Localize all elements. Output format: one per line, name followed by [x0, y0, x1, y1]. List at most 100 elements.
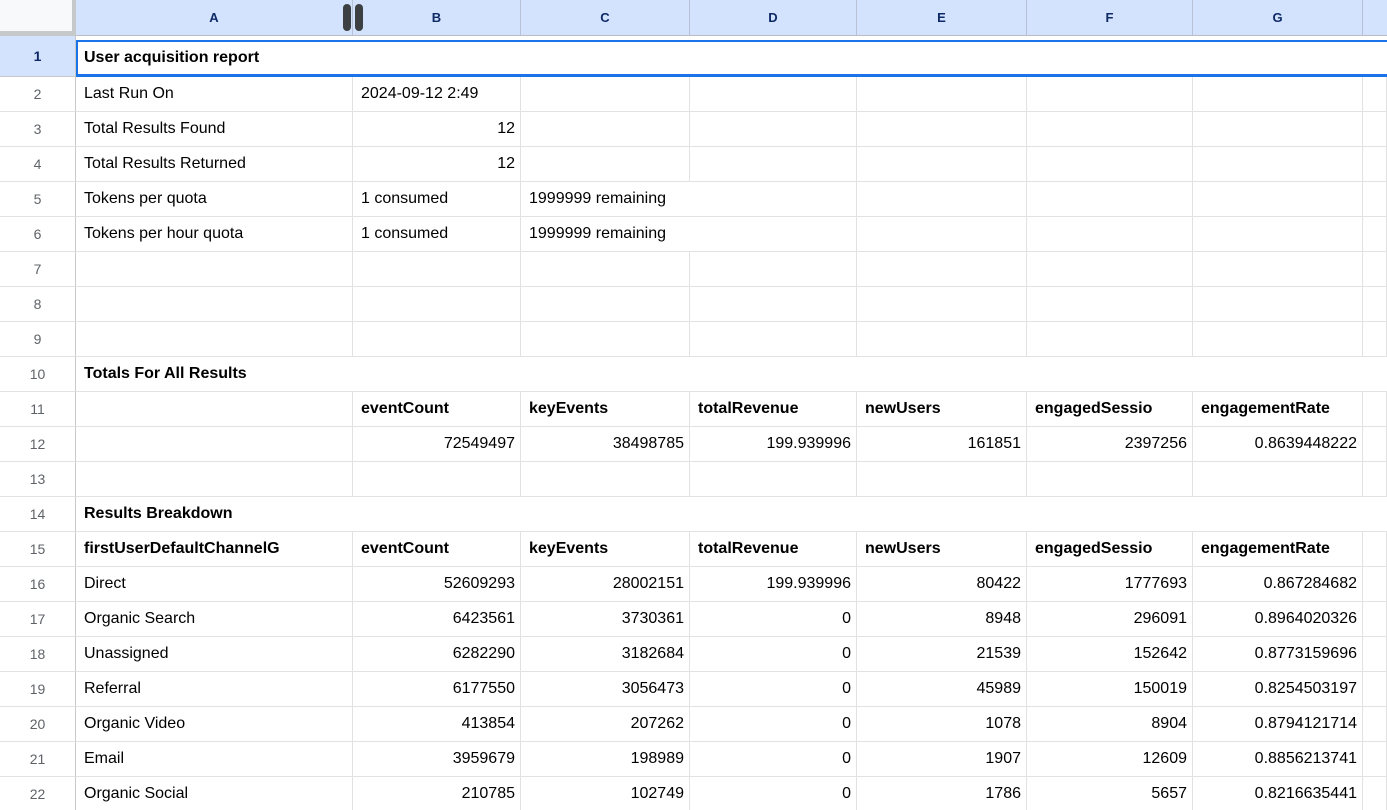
cell-H16[interactable] [1363, 567, 1387, 602]
cell-H22[interactable] [1363, 777, 1387, 810]
cell-D12[interactable]: 199.939996 [690, 427, 857, 462]
cell-A1[interactable]: User acquisition report [76, 36, 1387, 77]
row-header-21[interactable]: 21 [0, 742, 76, 777]
cell-E12[interactable]: 161851 [857, 427, 1027, 462]
cell-F8[interactable] [1027, 287, 1193, 322]
cell-F15[interactable]: engagedSessio [1027, 532, 1193, 567]
cell-D18[interactable]: 0 [690, 637, 857, 672]
row-header-2[interactable]: 2 [0, 77, 76, 112]
row-header-13[interactable]: 13 [0, 462, 76, 497]
cell-D19[interactable]: 0 [690, 672, 857, 707]
cell-A5[interactable]: Tokens per quota [76, 182, 353, 217]
cell-A2[interactable]: Last Run On [76, 77, 353, 112]
cell-D2[interactable] [690, 77, 857, 112]
cell-E19[interactable]: 45989 [857, 672, 1027, 707]
cell-F16[interactable]: 1777693 [1027, 567, 1193, 602]
cell-F17[interactable]: 296091 [1027, 602, 1193, 637]
cell-F11[interactable]: engagedSessio [1027, 392, 1193, 427]
cell-A19[interactable]: Referral [76, 672, 353, 707]
column-header-partial[interactable] [1363, 0, 1387, 36]
cell-B2[interactable]: 2024-09-12 2:49 [353, 77, 521, 112]
cell-A10[interactable]: Totals For All Results [76, 357, 1387, 392]
cell-A14[interactable]: Results Breakdown [76, 497, 1387, 532]
cell-H4[interactable] [1363, 147, 1387, 182]
cell-B21[interactable]: 3959679 [353, 742, 521, 777]
column-header-B[interactable]: B [353, 0, 521, 36]
cell-B17[interactable]: 6423561 [353, 602, 521, 637]
cell-H12[interactable] [1363, 427, 1387, 462]
cell-C15[interactable]: keyEvents [521, 532, 690, 567]
cell-D11[interactable]: totalRevenue [690, 392, 857, 427]
cell-G19[interactable]: 0.8254503197 [1193, 672, 1363, 707]
cell-G16[interactable]: 0.867284682 [1193, 567, 1363, 602]
cell-A16[interactable]: Direct [76, 567, 353, 602]
cell-E16[interactable]: 80422 [857, 567, 1027, 602]
cell-H7[interactable] [1363, 252, 1387, 287]
cell-A18[interactable]: Unassigned [76, 637, 353, 672]
row-header-4[interactable]: 4 [0, 147, 76, 182]
cell-E4[interactable] [857, 147, 1027, 182]
row-header-11[interactable]: 11 [0, 392, 76, 427]
column-header-F[interactable]: F [1027, 0, 1193, 36]
cell-E11[interactable]: newUsers [857, 392, 1027, 427]
row-header-20[interactable]: 20 [0, 707, 76, 742]
cell-D9[interactable] [690, 322, 857, 357]
cell-F6[interactable] [1027, 217, 1193, 252]
row-header-14[interactable]: 14 [0, 497, 76, 532]
cell-A15[interactable]: firstUserDefaultChannelG [76, 532, 353, 567]
cell-C7[interactable] [521, 252, 690, 287]
cell-H13[interactable] [1363, 462, 1387, 497]
cell-C20[interactable]: 207262 [521, 707, 690, 742]
cell-H6[interactable] [1363, 217, 1387, 252]
cell-A9[interactable] [76, 322, 353, 357]
row-header-9[interactable]: 9 [0, 322, 76, 357]
cell-C5[interactable]: 1999999 remaining [521, 182, 857, 217]
cell-H20[interactable] [1363, 707, 1387, 742]
cell-A3[interactable]: Total Results Found [76, 112, 353, 147]
cell-A11[interactable] [76, 392, 353, 427]
cell-D7[interactable] [690, 252, 857, 287]
cell-C12[interactable]: 38498785 [521, 427, 690, 462]
cell-B22[interactable]: 210785 [353, 777, 521, 810]
cell-B19[interactable]: 6177550 [353, 672, 521, 707]
row-header-17[interactable]: 17 [0, 602, 76, 637]
cell-B16[interactable]: 52609293 [353, 567, 521, 602]
cell-G17[interactable]: 0.8964020326 [1193, 602, 1363, 637]
cell-A13[interactable] [76, 462, 353, 497]
row-header-3[interactable]: 3 [0, 112, 76, 147]
cell-G9[interactable] [1193, 322, 1363, 357]
cell-E18[interactable]: 21539 [857, 637, 1027, 672]
select-all-corner[interactable] [0, 0, 76, 36]
cell-B5[interactable]: 1 consumed [353, 182, 521, 217]
cell-H17[interactable] [1363, 602, 1387, 637]
cell-D15[interactable]: totalRevenue [690, 532, 857, 567]
cell-D13[interactable] [690, 462, 857, 497]
cell-E21[interactable]: 1907 [857, 742, 1027, 777]
cell-D21[interactable]: 0 [690, 742, 857, 777]
cell-C17[interactable]: 3730361 [521, 602, 690, 637]
cell-B8[interactable] [353, 287, 521, 322]
cell-G2[interactable] [1193, 77, 1363, 112]
cell-E3[interactable] [857, 112, 1027, 147]
cell-A20[interactable]: Organic Video [76, 707, 353, 742]
cell-D20[interactable]: 0 [690, 707, 857, 742]
cell-F22[interactable]: 5657 [1027, 777, 1193, 810]
cell-E5[interactable] [857, 182, 1027, 217]
row-header-19[interactable]: 19 [0, 672, 76, 707]
cell-G5[interactable] [1193, 182, 1363, 217]
cell-A17[interactable]: Organic Search [76, 602, 353, 637]
cell-G11[interactable]: engagementRate [1193, 392, 1363, 427]
column-header-D[interactable]: D [690, 0, 857, 36]
cell-H8[interactable] [1363, 287, 1387, 322]
row-header-5[interactable]: 5 [0, 182, 76, 217]
cell-B15[interactable]: eventCount [353, 532, 521, 567]
cell-F12[interactable]: 2397256 [1027, 427, 1193, 462]
row-header-22[interactable]: 22 [0, 777, 76, 810]
cell-B9[interactable] [353, 322, 521, 357]
column-header-G[interactable]: G [1193, 0, 1363, 36]
cell-B20[interactable]: 413854 [353, 707, 521, 742]
cell-B13[interactable] [353, 462, 521, 497]
cell-A12[interactable] [76, 427, 353, 462]
cell-B11[interactable]: eventCount [353, 392, 521, 427]
cell-B18[interactable]: 6282290 [353, 637, 521, 672]
